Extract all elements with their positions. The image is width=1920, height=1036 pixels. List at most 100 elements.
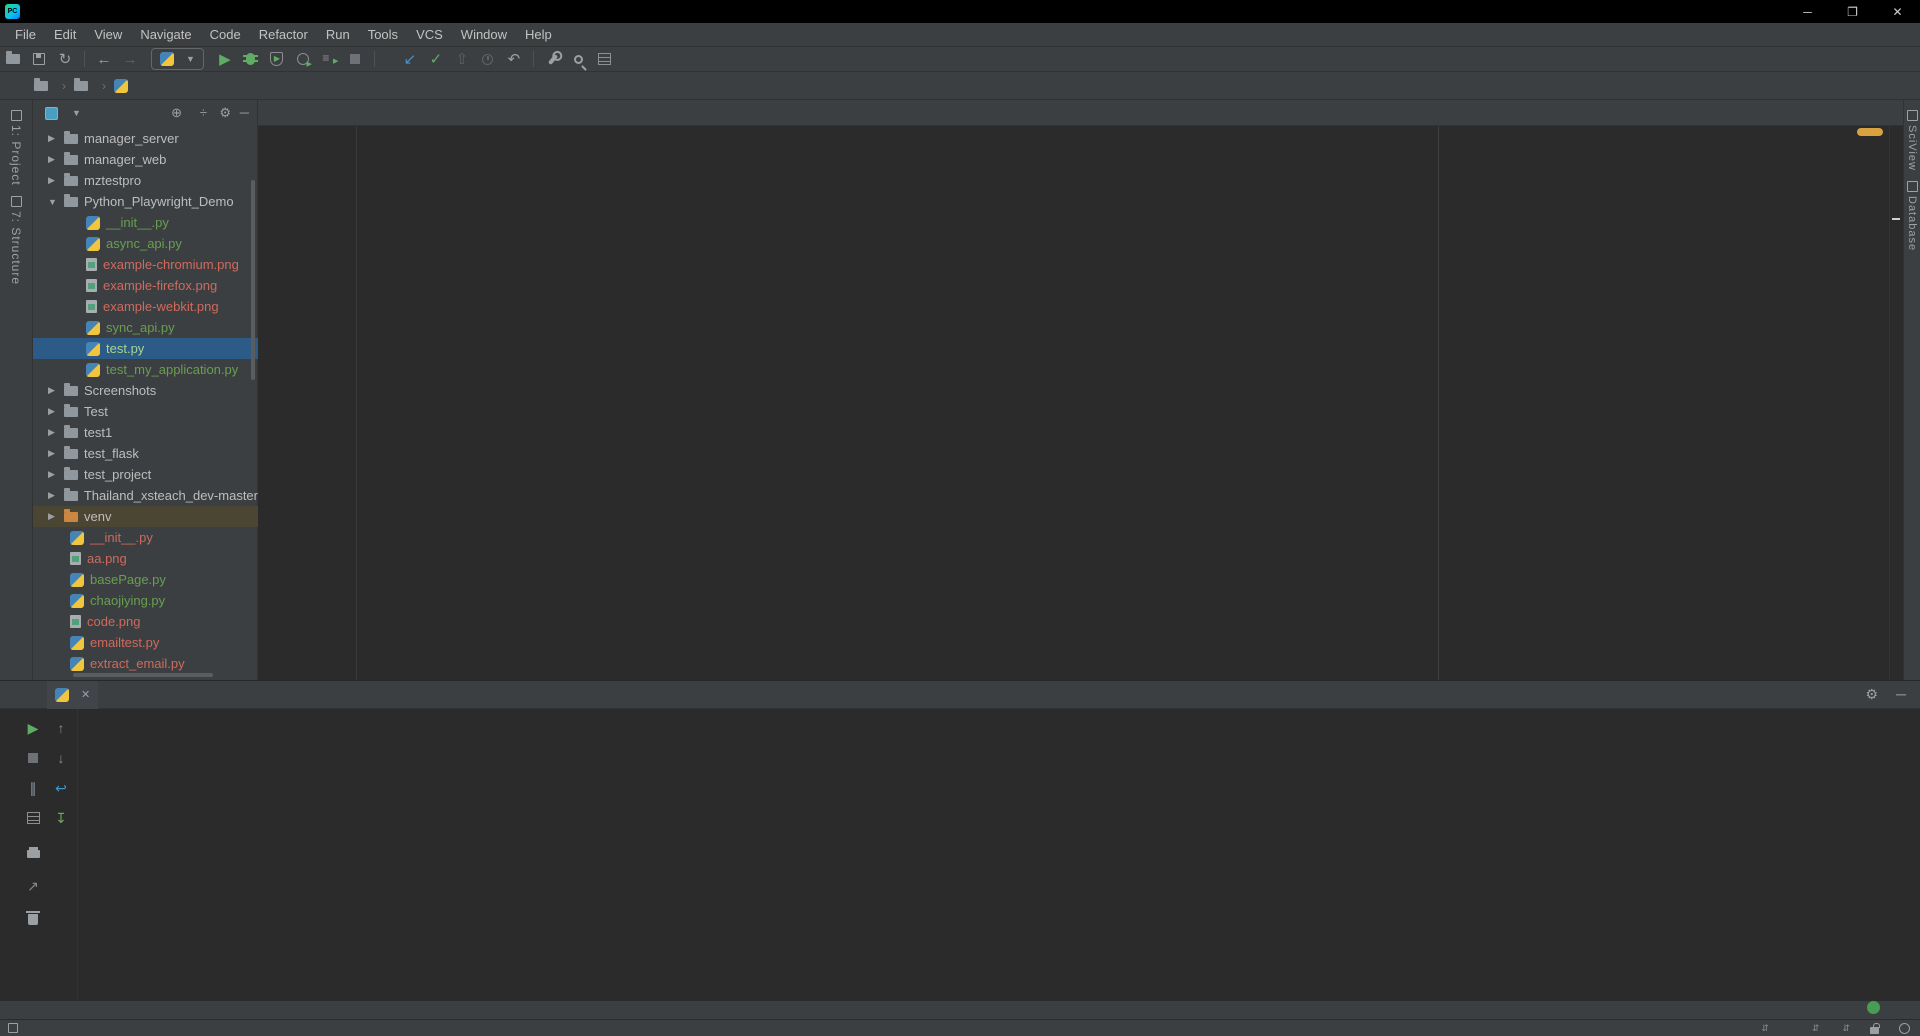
chevron-collapsed-icon[interactable]: ▶ <box>48 154 58 165</box>
status-message[interactable] <box>8 1023 26 1033</box>
up-stack-trace-icon[interactable]: ↑ <box>50 717 72 739</box>
tree-item-emailtest-py[interactable]: emailtest.py <box>33 632 258 653</box>
concurrency-diagram-icon[interactable] <box>316 48 342 70</box>
list-settings-icon[interactable] <box>592 48 618 70</box>
forward-icon[interactable]: → <box>117 48 143 70</box>
tree-item-screenshots[interactable]: ▶ Screenshots <box>33 380 258 401</box>
tree-item-test-project[interactable]: ▶ test_project <box>33 464 258 485</box>
back-icon[interactable]: ← <box>91 48 117 70</box>
tree-item-chaojiying-py[interactable]: chaojiying.py <box>33 590 258 611</box>
stripe-button-7-structure[interactable]: 7: Structure <box>0 195 32 285</box>
breadcrumb-item-folder[interactable] <box>74 77 94 91</box>
run-configuration-select[interactable]: ▼ <box>151 48 204 70</box>
tree-item-example-chromium-png[interactable]: example-chromium.png <box>33 254 258 275</box>
stripe-button-database[interactable]: Database <box>1904 180 1920 251</box>
menu-window[interactable]: Window <box>452 27 516 42</box>
event-log-button[interactable] <box>1867 1001 1886 1014</box>
editor-body[interactable] <box>258 126 1903 680</box>
stop-icon[interactable] <box>22 747 44 769</box>
chevron-collapsed-icon[interactable]: ▶ <box>48 385 58 396</box>
open-icon[interactable] <box>0 48 26 70</box>
profiler-icon[interactable] <box>290 48 316 70</box>
search-everywhere-icon[interactable] <box>566 48 592 70</box>
pause-icon[interactable]: ∥ <box>22 777 44 799</box>
project-vertical-scrollbar[interactable] <box>251 180 255 380</box>
run-button[interactable]: ▶ <box>212 48 238 70</box>
chevron-collapsed-icon[interactable]: ▶ <box>48 133 58 144</box>
tree-item-init-py[interactable]: __init__.py <box>33 527 258 548</box>
chevron-collapsed-icon[interactable]: ▶ <box>48 406 58 417</box>
breadcrumb-item-file[interactable] <box>114 78 134 93</box>
run-coverage-icon[interactable]: ▶ <box>264 48 290 70</box>
stripe-button-sciview[interactable]: SciView <box>1904 110 1920 171</box>
menu-run[interactable]: Run <box>317 27 359 42</box>
chevron-collapsed-icon[interactable]: ▶ <box>48 469 58 480</box>
wrench-icon[interactable] <box>540 48 566 70</box>
rerun-icon[interactable]: ▶ <box>22 717 44 739</box>
tree-item-python-playwright-demo[interactable]: ▼ Python_Playwright_Demo <box>33 191 258 212</box>
project-horizontal-scrollbar[interactable] <box>73 673 213 677</box>
maximize-button[interactable]: ❐ <box>1830 0 1875 23</box>
chevron-collapsed-icon[interactable]: ▶ <box>48 175 58 186</box>
tree-item-test-flask[interactable]: ▶ test_flask <box>33 443 258 464</box>
save-all-icon[interactable] <box>26 48 52 70</box>
tree-item-init-py[interactable]: __init__.py <box>33 212 258 233</box>
update-project-icon[interactable]: ↙ <box>397 48 423 70</box>
tree-item-test1[interactable]: ▶ test1 <box>33 422 258 443</box>
tree-item-code-png[interactable]: code.png <box>33 611 258 632</box>
stop-icon[interactable] <box>342 48 368 70</box>
toolwindow-switcher-icon[interactable] <box>8 1023 18 1033</box>
menu-edit[interactable]: Edit <box>45 27 85 42</box>
collapse-all-icon[interactable]: ÷ <box>200 105 207 120</box>
history-icon[interactable] <box>475 48 501 70</box>
tree-item-sync-api-py[interactable]: sync_api.py <box>33 317 258 338</box>
chevron-collapsed-icon[interactable]: ▶ <box>48 427 58 438</box>
menu-view[interactable]: View <box>85 27 131 42</box>
push-icon[interactable]: ⇧ <box>449 48 475 70</box>
tree-item-test-my-application-py[interactable]: test_my_application.py <box>33 359 258 380</box>
restore-layout-icon[interactable] <box>22 807 44 829</box>
minimize-button[interactable]: ─ <box>1785 0 1830 23</box>
editor-error-stripe[interactable] <box>1889 126 1903 680</box>
scroll-to-end-icon[interactable]: ↧ <box>50 807 72 829</box>
stripe-button-1-project[interactable]: 1: Project <box>0 110 32 186</box>
gear-icon[interactable]: ⚙ <box>219 105 231 121</box>
tree-item-mztestpro[interactable]: ▶ mztestpro <box>33 170 258 191</box>
tree-item-async-api-py[interactable]: async_api.py <box>33 233 258 254</box>
chevron-collapsed-icon[interactable]: ▶ <box>48 511 58 522</box>
clear-console-icon[interactable] <box>22 907 44 929</box>
tree-item-example-webkit-png[interactable]: example-webkit.png <box>33 296 258 317</box>
print-icon[interactable] <box>22 841 44 863</box>
chevron-collapsed-icon[interactable]: ▶ <box>48 490 58 501</box>
hide-panel-icon[interactable]: ─ <box>240 105 249 120</box>
locate-file-icon[interactable]: ⊕ <box>171 105 182 121</box>
menu-vcs[interactable]: VCS <box>407 27 452 42</box>
chevron-collapsed-icon[interactable]: ▶ <box>48 448 58 459</box>
lock-icon[interactable] <box>1870 1022 1880 1034</box>
breadcrumb-item-project[interactable] <box>34 77 54 91</box>
menu-navigate[interactable]: Navigate <box>131 27 200 42</box>
tree-item-test[interactable]: ▶ Test <box>33 401 258 422</box>
tree-item-venv[interactable]: ▶ venv <box>33 506 258 527</box>
run-tab[interactable]: ✕ <box>47 680 99 709</box>
menu-code[interactable]: Code <box>201 27 250 42</box>
gear-icon[interactable]: ⚙ <box>1866 686 1879 703</box>
tree-item-thailand-xsteach-dev-master[interactable]: ▶ Thailand_xsteach_dev-master <box>33 485 258 506</box>
debug-icon[interactable] <box>238 48 264 70</box>
line-ending-widget[interactable]: ⇵ <box>1758 1023 1769 1034</box>
tree-item-test-py[interactable]: test.py <box>33 338 258 359</box>
inspection-status-widget[interactable] <box>1857 128 1883 136</box>
tree-item-extract-email-py[interactable]: extract_email.py <box>33 653 258 674</box>
revert-icon[interactable]: ↶ <box>501 48 527 70</box>
tree-item-basepage-py[interactable]: basePage.py <box>33 569 258 590</box>
chevron-expanded-icon[interactable]: ▼ <box>48 197 58 207</box>
hide-panel-icon[interactable]: ─ <box>1896 686 1906 703</box>
indent-widget[interactable]: ⇵ <box>1809 1023 1820 1034</box>
tree-item-manager-server[interactable]: ▶ manager_server <box>33 128 258 149</box>
git-branch-widget[interactable]: ⇵ <box>1839 1023 1850 1034</box>
sync-icon[interactable]: ↻ <box>52 48 78 70</box>
menu-refactor[interactable]: Refactor <box>250 27 317 42</box>
tree-item-example-firefox-png[interactable]: example-firefox.png <box>33 275 258 296</box>
close-button[interactable]: ✕ <box>1875 0 1920 23</box>
soft-wrap-icon[interactable]: ↩ <box>50 777 72 799</box>
